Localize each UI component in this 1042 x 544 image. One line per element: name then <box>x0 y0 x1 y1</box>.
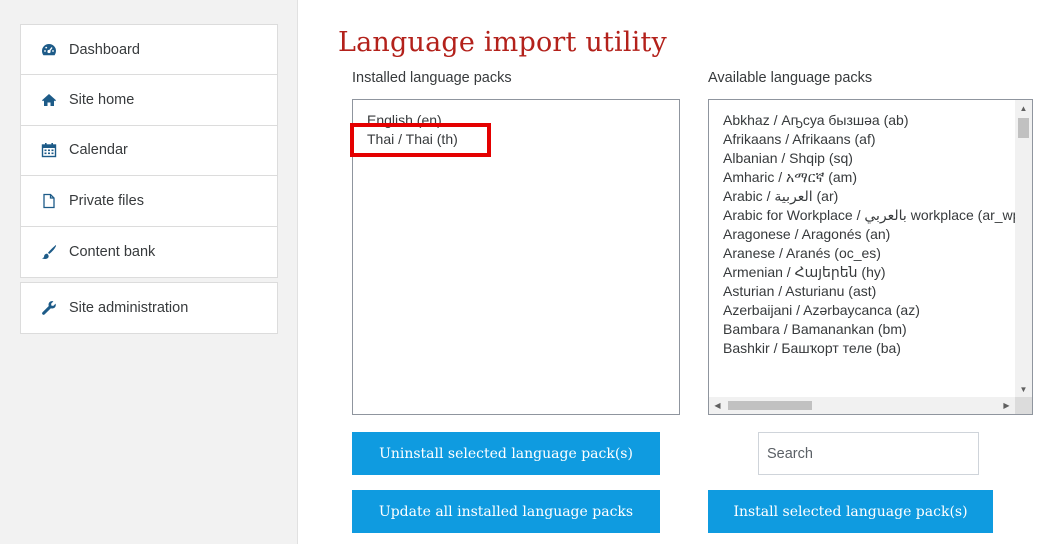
vertical-scrollbar[interactable]: ▲ ▼ <box>1015 100 1032 398</box>
home-icon <box>41 92 57 108</box>
nav-item-label: Dashboard <box>69 41 140 58</box>
available-pack-option[interactable]: Azerbaijani / Azərbaycanca (az) <box>723 301 1032 320</box>
nav-drawer: Dashboard Site home Calendar Private fil… <box>0 0 298 544</box>
nav-item-calendar[interactable]: Calendar <box>21 126 277 177</box>
available-pack-option[interactable]: Armenian / Հայերեն (hy) <box>723 263 1032 282</box>
nav-item-private-files[interactable]: Private files <box>21 176 277 227</box>
available-pack-option[interactable]: Arabic for Workplace / بالعربي workplace… <box>723 206 1032 225</box>
horizontal-scrollbar[interactable]: ◀ ▶ <box>709 397 1015 414</box>
calendar-icon <box>41 142 57 158</box>
available-pack-option[interactable]: Albanian / Shqip (sq) <box>723 149 1032 168</box>
scroll-down-arrow-icon[interactable]: ▼ <box>1015 381 1032 398</box>
nav-item-site-home[interactable]: Site home <box>21 75 277 126</box>
nav-group-admin: Site administration <box>20 282 278 335</box>
nav-item-dashboard[interactable]: Dashboard <box>21 25 277 76</box>
nav-item-label: Content bank <box>69 243 156 260</box>
available-packs-label: Available language packs <box>708 70 873 86</box>
update-all-button[interactable]: Update all installed language packs <box>352 490 660 533</box>
paint-brush-icon <box>41 244 57 260</box>
nav-item-site-administration[interactable]: Site administration <box>21 283 277 333</box>
available-pack-option[interactable]: Abkhaz / Аҧсуа бызшәа (ab) <box>723 111 1032 130</box>
available-pack-option[interactable]: Aranese / Aranés (oc_es) <box>723 244 1032 263</box>
nav-item-label: Site home <box>69 92 135 109</box>
available-pack-option[interactable]: Asturian / Asturianu (ast) <box>723 282 1032 301</box>
nav-item-label: Private files <box>69 192 144 209</box>
available-packs-listbox[interactable]: Abkhaz / Аҧсуа бызшәа (ab) Afrikaans / A… <box>708 99 1033 415</box>
dashboard-icon <box>41 42 57 58</box>
horizontal-scroll-thumb[interactable] <box>728 401 812 410</box>
nav-item-content-bank[interactable]: Content bank <box>21 227 277 277</box>
vertical-scroll-thumb[interactable] <box>1018 118 1029 138</box>
file-icon <box>41 193 57 209</box>
nav-group-main: Dashboard Site home Calendar Private fil… <box>20 24 278 278</box>
nav-item-label: Site administration <box>69 300 189 317</box>
wrench-icon <box>41 300 57 316</box>
search-input[interactable] <box>758 432 979 475</box>
scrollbar-corner <box>1015 397 1032 414</box>
uninstall-button[interactable]: Uninstall selected language pack(s) <box>352 432 660 475</box>
scroll-left-arrow-icon[interactable]: ◀ <box>709 397 726 414</box>
installed-packs-listbox[interactable]: English (en) Thai / Thai (th) <box>352 99 680 415</box>
installed-pack-option[interactable]: Thai / Thai (th) <box>367 130 679 149</box>
available-pack-option[interactable]: Bashkir / Башҡорт теле (ba) <box>723 339 1032 358</box>
available-pack-option[interactable]: Aragonese / Aragonés (an) <box>723 225 1032 244</box>
available-pack-option[interactable]: Amharic / አማርኛ (am) <box>723 168 1032 187</box>
nav-item-label: Calendar <box>69 142 128 159</box>
available-pack-option[interactable]: Bambara / Bamanankan (bm) <box>723 320 1032 339</box>
available-pack-option[interactable]: Afrikaans / Afrikaans (af) <box>723 130 1032 149</box>
scroll-up-arrow-icon[interactable]: ▲ <box>1015 100 1032 117</box>
installed-packs-options: English (en) Thai / Thai (th) <box>353 100 679 149</box>
page-title: Language import utility <box>338 27 667 58</box>
installed-pack-option[interactable]: English (en) <box>367 111 679 130</box>
install-button[interactable]: Install selected language pack(s) <box>708 490 993 533</box>
available-pack-option[interactable]: Arabic / العربية (ar) <box>723 187 1032 206</box>
scroll-right-arrow-icon[interactable]: ▶ <box>998 397 1015 414</box>
installed-packs-label: Installed language packs <box>352 70 512 86</box>
available-packs-options: Abkhaz / Аҧсуа бызшәа (ab) Afrikaans / A… <box>709 100 1032 358</box>
